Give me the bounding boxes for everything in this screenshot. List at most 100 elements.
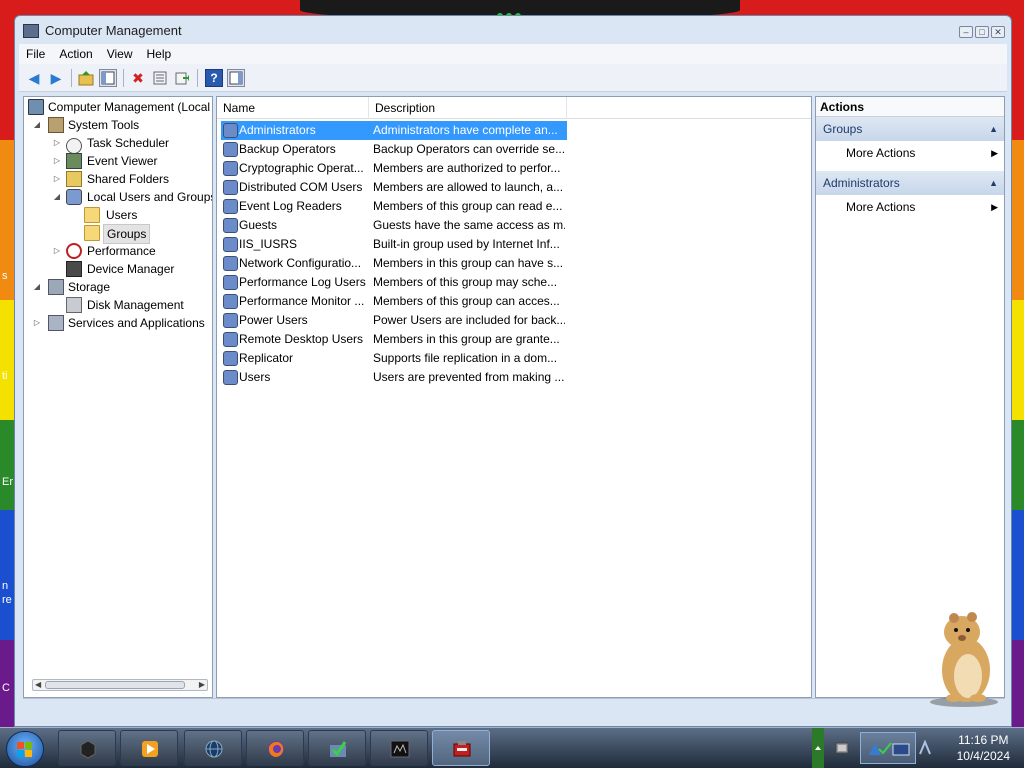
actions-title: Actions [816,97,1004,117]
tree-item-label: Groups [103,224,151,244]
group-description: Built-in group used by Internet Inf... [373,237,560,251]
collapse-arrow-icon[interactable]: ◢ [32,120,42,130]
table-row[interactable]: Event Log Readers Members of this group c… [221,197,567,216]
menu-action[interactable]: Action [52,44,99,64]
taskbar-vm-box[interactable] [58,730,116,766]
back-icon[interactable]: ◀ [25,69,43,87]
group-icon [223,237,238,252]
tree-item-label: Computer Management (Local [48,100,211,114]
expand-arrow-icon[interactable]: ▷ [32,318,42,328]
group-icon [223,142,238,157]
expand-arrow-icon[interactable]: ▷ [52,174,62,184]
actions-section-groups[interactable]: Groups ▲ [816,117,1004,141]
menu-view[interactable]: View [100,44,140,64]
show-hidden-icons-icon[interactable] [812,728,824,768]
expand-arrow-icon[interactable]: ▷ [52,156,62,166]
group-icon [223,294,238,309]
group-icon [223,161,238,176]
collapse-arrow-icon[interactable]: ◢ [32,282,42,292]
tree-item-label: Users [106,208,138,222]
disk-icon [66,297,82,313]
action-label: More Actions [846,200,916,214]
tray-app-group[interactable] [860,732,916,764]
maximize-button[interactable]: □ [975,26,989,38]
help-icon[interactable]: ? [205,69,223,87]
taskbar: 11:16 PM 10/4/2024 [0,727,1024,768]
list-header: Name Description [217,97,811,119]
actions-section-administrators[interactable]: Administrators ▲ [816,171,1004,195]
table-row[interactable]: Performance Log Users Members of this gro… [221,273,567,292]
table-row[interactable]: Cryptographic Operat... Members are autho… [221,159,567,178]
section-header-label: Groups [823,122,863,136]
table-row[interactable]: IIS_IUSRS Built-in group used by Internet… [221,235,567,254]
group-icon [223,313,238,328]
scrollbar-thumb[interactable] [45,681,185,689]
group-description: Supports file replication in a dom... [373,351,558,365]
menu-file[interactable]: File [19,44,52,64]
computer-icon [28,99,44,115]
expand-arrow-icon[interactable]: ▷ [52,246,62,256]
table-row[interactable]: Power Users Power Users are included for … [221,311,567,330]
collapse-up-icon[interactable]: ▲ [989,171,998,195]
network-icon[interactable] [834,740,850,756]
taskbar-terminal[interactable] [370,730,428,766]
up-folder-icon[interactable] [77,69,95,87]
expand-arrow-icon[interactable]: ▷ [52,138,62,148]
desktop-edge-text: C [2,682,10,694]
computer-management-icon [453,741,471,757]
table-row[interactable]: Performance Monitor ... Members of this g… [221,292,567,311]
group-name: Guests [239,218,278,232]
show-hide-tree-icon[interactable] [99,69,117,87]
taskbar-firefox[interactable] [246,730,304,766]
table-row[interactable]: Remote Desktop Users Members in this grou… [221,330,567,349]
group-name: Network Configuratio... [239,256,362,270]
group-description: Members are authorized to perfor... [373,161,561,175]
clock-icon [66,138,82,154]
collapse-up-icon[interactable]: ▲ [989,117,998,141]
tray-app-icon[interactable] [918,740,932,756]
collapse-arrow-icon[interactable]: ◢ [52,192,62,202]
column-header-name[interactable]: Name [217,97,369,119]
table-row[interactable]: Administrators Administrators have comple… [221,121,567,140]
more-actions-groups[interactable]: More Actions ▶ [816,141,1004,165]
delete-icon[interactable]: ✖ [129,69,147,87]
properties-icon[interactable] [151,69,169,87]
tree-item-label: Local Users and Groups [87,190,213,204]
table-row[interactable]: Users Users are prevented from making ... [221,368,567,387]
group-description: Members in this group can have s... [373,256,564,270]
export-list-icon[interactable] [173,69,191,87]
column-header-description[interactable]: Description [369,97,567,119]
taskbar-computer-management[interactable] [432,730,490,766]
close-button[interactable]: ✕ [991,26,1005,38]
table-row[interactable]: Distributed COM Users Members are allowed… [221,178,567,197]
start-button[interactable] [6,731,44,767]
group-name: Power Users [239,313,308,327]
hamster-mascot-icon [930,612,998,707]
minimize-button[interactable]: – [959,26,973,38]
table-row[interactable]: Backup Operators Backup Operators can ove… [221,140,567,159]
clock[interactable]: 11:16 PM 10/4/2024 [957,732,1010,764]
tree-item-label: System Tools [68,118,140,132]
table-row[interactable]: Replicator Supports file replication in a… [221,349,567,368]
group-name: Backup Operators [239,142,336,156]
desktop-edge-text: n [2,580,9,592]
group-name: Performance Monitor ... [239,294,365,308]
scroll-left-icon[interactable]: ◀ [35,680,41,690]
more-actions-administrators[interactable]: More Actions ▶ [816,195,1004,219]
scroll-right-icon[interactable]: ▶ [199,680,205,690]
group-icon [223,370,238,385]
title-bar[interactable]: Computer Management [15,16,1011,46]
system-tray: 11:16 PM 10/4/2024 [812,728,1024,768]
group-name: Users [239,370,271,384]
show-hide-action-pane-icon[interactable] [227,69,245,87]
status-bar [23,698,1005,720]
taskbar-globe[interactable] [184,730,242,766]
forward-icon[interactable]: ▶ [47,69,65,87]
taskbar-media-player[interactable] [120,730,178,766]
taskbar-checkmark-app[interactable] [308,730,366,766]
group-name: Administrators [239,123,316,137]
menu-help[interactable]: Help [140,44,179,64]
table-row[interactable]: Guests Guests have the same access as m..… [221,216,567,235]
tree-horizontal-scrollbar[interactable]: ◀ ▶ [32,679,208,691]
table-row[interactable]: Network Configuratio... Members in this g… [221,254,567,273]
